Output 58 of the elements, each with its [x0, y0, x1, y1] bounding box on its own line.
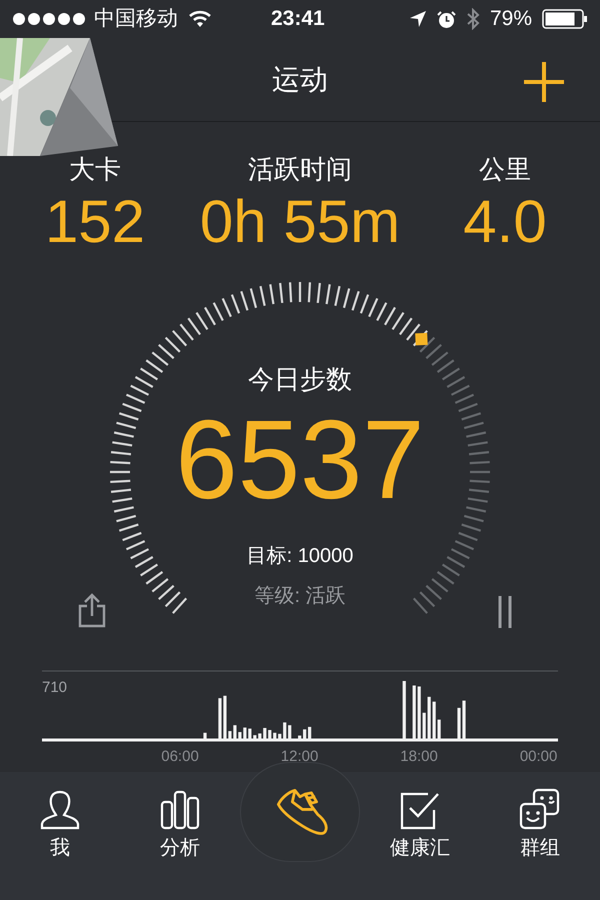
- bluetooth-icon: [466, 8, 480, 30]
- person-icon: [38, 788, 82, 832]
- activity-bar: [253, 735, 256, 739]
- add-icon[interactable]: [524, 62, 564, 102]
- battery-percent: 79%: [490, 6, 532, 32]
- activity-bar: [268, 730, 272, 739]
- activity-bar: [432, 702, 436, 739]
- stat-value: 0h 55m: [200, 187, 400, 257]
- alarm-clock-icon: [436, 10, 456, 28]
- axis-label: 12:00: [280, 748, 318, 765]
- activity-bar: [418, 686, 421, 739]
- location-arrow-icon: [408, 10, 427, 28]
- bar-chart-icon: [158, 788, 202, 832]
- activity-bar: [238, 732, 242, 739]
- activity-bar: [243, 728, 246, 739]
- activity-bar: [303, 729, 306, 739]
- stat-value: 152: [44, 187, 146, 257]
- carrier-name: 中国移动: [94, 6, 178, 32]
- stat-label: 大卡: [69, 153, 121, 186]
- share-icon[interactable]: [78, 592, 106, 628]
- activity-bar: [278, 734, 282, 739]
- stat-value: 4.0: [463, 187, 547, 257]
- page-title: 运动: [272, 62, 328, 96]
- goal-text: 目标: 10000: [246, 544, 354, 569]
- axis-label: 06:00: [161, 748, 199, 765]
- activity-bar: [263, 728, 266, 739]
- activity-bar: [203, 732, 207, 739]
- pause-icon[interactable]: [496, 596, 514, 628]
- signal-dots-icon: [12, 12, 86, 26]
- activity-bar: [438, 720, 441, 739]
- steps-label: 今日步数: [248, 363, 352, 396]
- steps-count: 6537: [175, 400, 425, 520]
- activity-bar: [402, 681, 406, 739]
- activity-bar: [283, 722, 286, 739]
- tab[interactable]: 健康汇: [360, 772, 480, 862]
- smiley-faces-icon: [518, 788, 562, 832]
- activity-bar: [422, 712, 426, 739]
- activity-bar: [308, 726, 312, 739]
- progress-marker: [415, 332, 428, 346]
- battery-icon: [542, 9, 588, 29]
- axis-label: 00:00: [520, 748, 558, 765]
- activity-bar: [288, 725, 292, 739]
- axis-label: 710: [42, 679, 68, 696]
- axis-label: 18:00: [400, 748, 438, 765]
- grade-text: 等级: 活跃: [254, 584, 346, 609]
- tab[interactable]: 我: [0, 772, 120, 862]
- activity-bar: [248, 728, 252, 739]
- activity-bar: [428, 696, 431, 739]
- activity-bar: [298, 736, 302, 739]
- status-time: 23:41: [271, 6, 325, 32]
- wifi-icon: [188, 10, 212, 28]
- activity-bar: [273, 732, 276, 739]
- activity-bar: [258, 733, 262, 739]
- tab[interactable]: 群组: [480, 772, 600, 862]
- stat-label: 公里: [479, 153, 531, 186]
- stat-label: 活跃时间: [248, 153, 352, 186]
- tab[interactable]: 分析: [120, 772, 240, 862]
- activity-bar: [412, 686, 416, 739]
